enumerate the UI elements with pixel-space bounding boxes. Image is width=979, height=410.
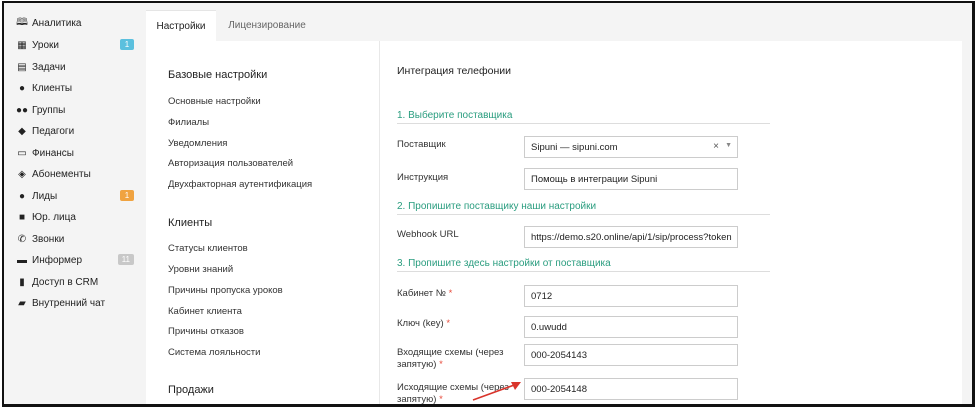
app-window: 🕮 Аналитика ▦ Уроки 1 ▤ Задачи ● Клиенты ●● Группы… <box>2 1 975 407</box>
sidebar-item-label: Внутренний чат <box>32 297 106 309</box>
clipboard-icon: ▤ <box>17 61 27 73</box>
provider-value: Sipuni — sipuni.com <box>531 141 618 153</box>
lock-icon: ▮ <box>19 276 25 288</box>
briefcase-icon: ■ <box>18 211 26 223</box>
user-icon: ● <box>18 82 26 94</box>
sidebar-item-12[interactable]: ▮ Доступ в CRM <box>16 274 138 290</box>
required-mark: * <box>439 359 443 370</box>
sidebar-item-4[interactable]: ●● Группы <box>16 102 138 118</box>
sidebar-item-10[interactable]: ✆ Звонки <box>16 231 138 247</box>
section-title-clients: Клиенты <box>168 217 213 229</box>
link-notifications[interactable]: Уведомления <box>168 138 227 149</box>
graduation-cap-icon: ◆ <box>18 125 26 137</box>
instruction-link[interactable]: Помощь в интеграции Sipuni <box>524 168 738 190</box>
sidebar-item-label: Аналитика <box>32 17 82 29</box>
link-loyalty-system[interactable]: Система лояльности <box>168 347 260 358</box>
sidebar-item-11[interactable]: ▬ Информер 11 <box>16 252 138 268</box>
tab-settings[interactable]: Настройки <box>146 10 216 41</box>
chevron-down-icon[interactable]: ▼ <box>725 142 732 149</box>
link-refusal-reasons[interactable]: Причины отказов <box>168 326 244 337</box>
key-label: Ключ (key) * <box>397 318 451 329</box>
tab-licensing[interactable]: Лицензирование <box>224 10 310 41</box>
link-branches[interactable]: Филиалы <box>168 117 209 128</box>
money-icon: ▭ <box>17 147 27 159</box>
sidebar-item-label: Задачи <box>32 61 66 73</box>
sidebar-item-0[interactable]: 🕮 Аналитика <box>16 15 138 31</box>
sidebar-item-6[interactable]: ▭ Финансы <box>16 145 138 161</box>
sidebar-item-label: Группы <box>32 104 66 116</box>
sidebar-item-8[interactable]: ● Лиды 1 <box>16 188 138 204</box>
sidebar-item-label: Звонки <box>32 233 65 245</box>
cabinet-number-value: 0712 <box>531 290 553 302</box>
outgoing-schemes-input[interactable]: 000-2054148 <box>524 378 738 400</box>
key-input[interactable]: 0.uwudd <box>524 316 738 338</box>
webhook-url-value: https://demo.s20.online/api/1/sip/proces… <box>531 231 732 243</box>
calendar-icon: ▦ <box>17 39 27 51</box>
link-two-factor[interactable]: Двухфакторная аутентификация <box>168 179 312 190</box>
link-knowledge-levels[interactable]: Уровни знаний <box>168 264 233 275</box>
required-mark: * <box>448 288 453 299</box>
provider-select[interactable]: Sipuni — sipuni.com × ▼ <box>524 136 738 158</box>
sidebar-item-label: Юр. лица <box>32 211 76 223</box>
sidebar-item-5[interactable]: ◆ Педагоги <box>16 123 138 139</box>
users-icon: ●● <box>15 104 29 116</box>
incoming-schemes-input[interactable]: 000-2054143 <box>524 344 738 366</box>
count-badge: 11 <box>117 254 134 265</box>
link-main-settings[interactable]: Основные настройки <box>168 96 261 107</box>
map-icon: 🕮 <box>16 16 28 28</box>
outgoing-schemes-value: 000-2054148 <box>531 383 587 395</box>
sidebar-item-label: Педагоги <box>32 125 75 137</box>
sidebar-item-3[interactable]: ● Клиенты <box>16 80 138 96</box>
link-user-auth[interactable]: Авторизация пользователей <box>168 158 293 169</box>
link-absence-reasons[interactable]: Причины пропуска уроков <box>168 285 283 296</box>
section-title-sales: Продажи <box>168 384 214 396</box>
user-plus-icon: ● <box>18 190 26 202</box>
sidebar-item-label: Финансы <box>32 147 74 159</box>
key-value: 0.uwudd <box>531 321 567 333</box>
cabinet-label: Кабинет № * <box>397 288 453 299</box>
column-divider <box>379 41 380 404</box>
sidebar: 🕮 Аналитика ▦ Уроки 1 ▤ Задачи ● Клиенты ●● Группы… <box>4 3 146 404</box>
sidebar-item-label: Доступ в CRM <box>32 276 99 288</box>
required-mark: * <box>439 394 443 405</box>
count-badge: 1 <box>120 190 134 201</box>
link-client-cabinet[interactable]: Кабинет клиента <box>168 306 242 317</box>
sidebar-item-label: Абонементы <box>32 168 91 180</box>
step-1-heading: 1. Выберите поставщика <box>397 110 770 124</box>
chat-icon: ▰ <box>18 297 26 309</box>
clear-icon[interactable]: × <box>713 141 719 152</box>
sidebar-item-label: Информер <box>32 254 83 266</box>
cabinet-number-input[interactable]: 0712 <box>524 285 738 307</box>
sidebar-item-9[interactable]: ■ Юр. лица <box>16 209 138 225</box>
sidebar-item-2[interactable]: ▤ Задачи <box>16 59 138 75</box>
incoming-schemes-label: Входящие схемы (через запятую) * <box>397 347 504 370</box>
webhook-label: Webhook URL <box>397 229 459 240</box>
phone-icon: ✆ <box>17 233 27 245</box>
sidebar-item-label: Лиды <box>32 190 58 202</box>
sidebar-item-label: Уроки <box>32 39 59 51</box>
settings-content: Базовые настройки Основные настройки Фил… <box>146 41 962 404</box>
count-badge: 1 <box>120 39 134 50</box>
sidebar-item-label: Клиенты <box>32 82 73 94</box>
page-title: Интеграция телефонии <box>397 65 512 77</box>
webhook-url-field[interactable]: https://demo.s20.online/api/1/sip/proces… <box>524 226 738 248</box>
link-client-statuses[interactable]: Статусы клиентов <box>168 243 248 254</box>
instruction-value: Помощь в интеграции Sipuni <box>531 173 658 185</box>
tag-icon: ◈ <box>18 168 26 180</box>
step-2-heading: 2. Пропишите поставщику наши настройки <box>397 201 770 215</box>
incoming-schemes-value: 000-2054143 <box>531 349 587 361</box>
sidebar-item-1[interactable]: ▦ Уроки 1 <box>16 37 138 53</box>
step-3-heading: 3. Пропишите здесь настройки от поставщи… <box>397 258 770 272</box>
inbox-icon: ▬ <box>17 254 27 266</box>
required-mark: * <box>446 318 451 329</box>
section-title-basic: Базовые настройки <box>168 69 268 81</box>
annotation-arrow-icon <box>472 382 521 401</box>
instruction-label: Инструкция <box>397 172 449 183</box>
sidebar-item-7[interactable]: ◈ Абонементы <box>16 166 138 182</box>
provider-label: Поставщик <box>397 139 446 150</box>
sidebar-item-13[interactable]: ▰ Внутренний чат <box>16 295 138 311</box>
